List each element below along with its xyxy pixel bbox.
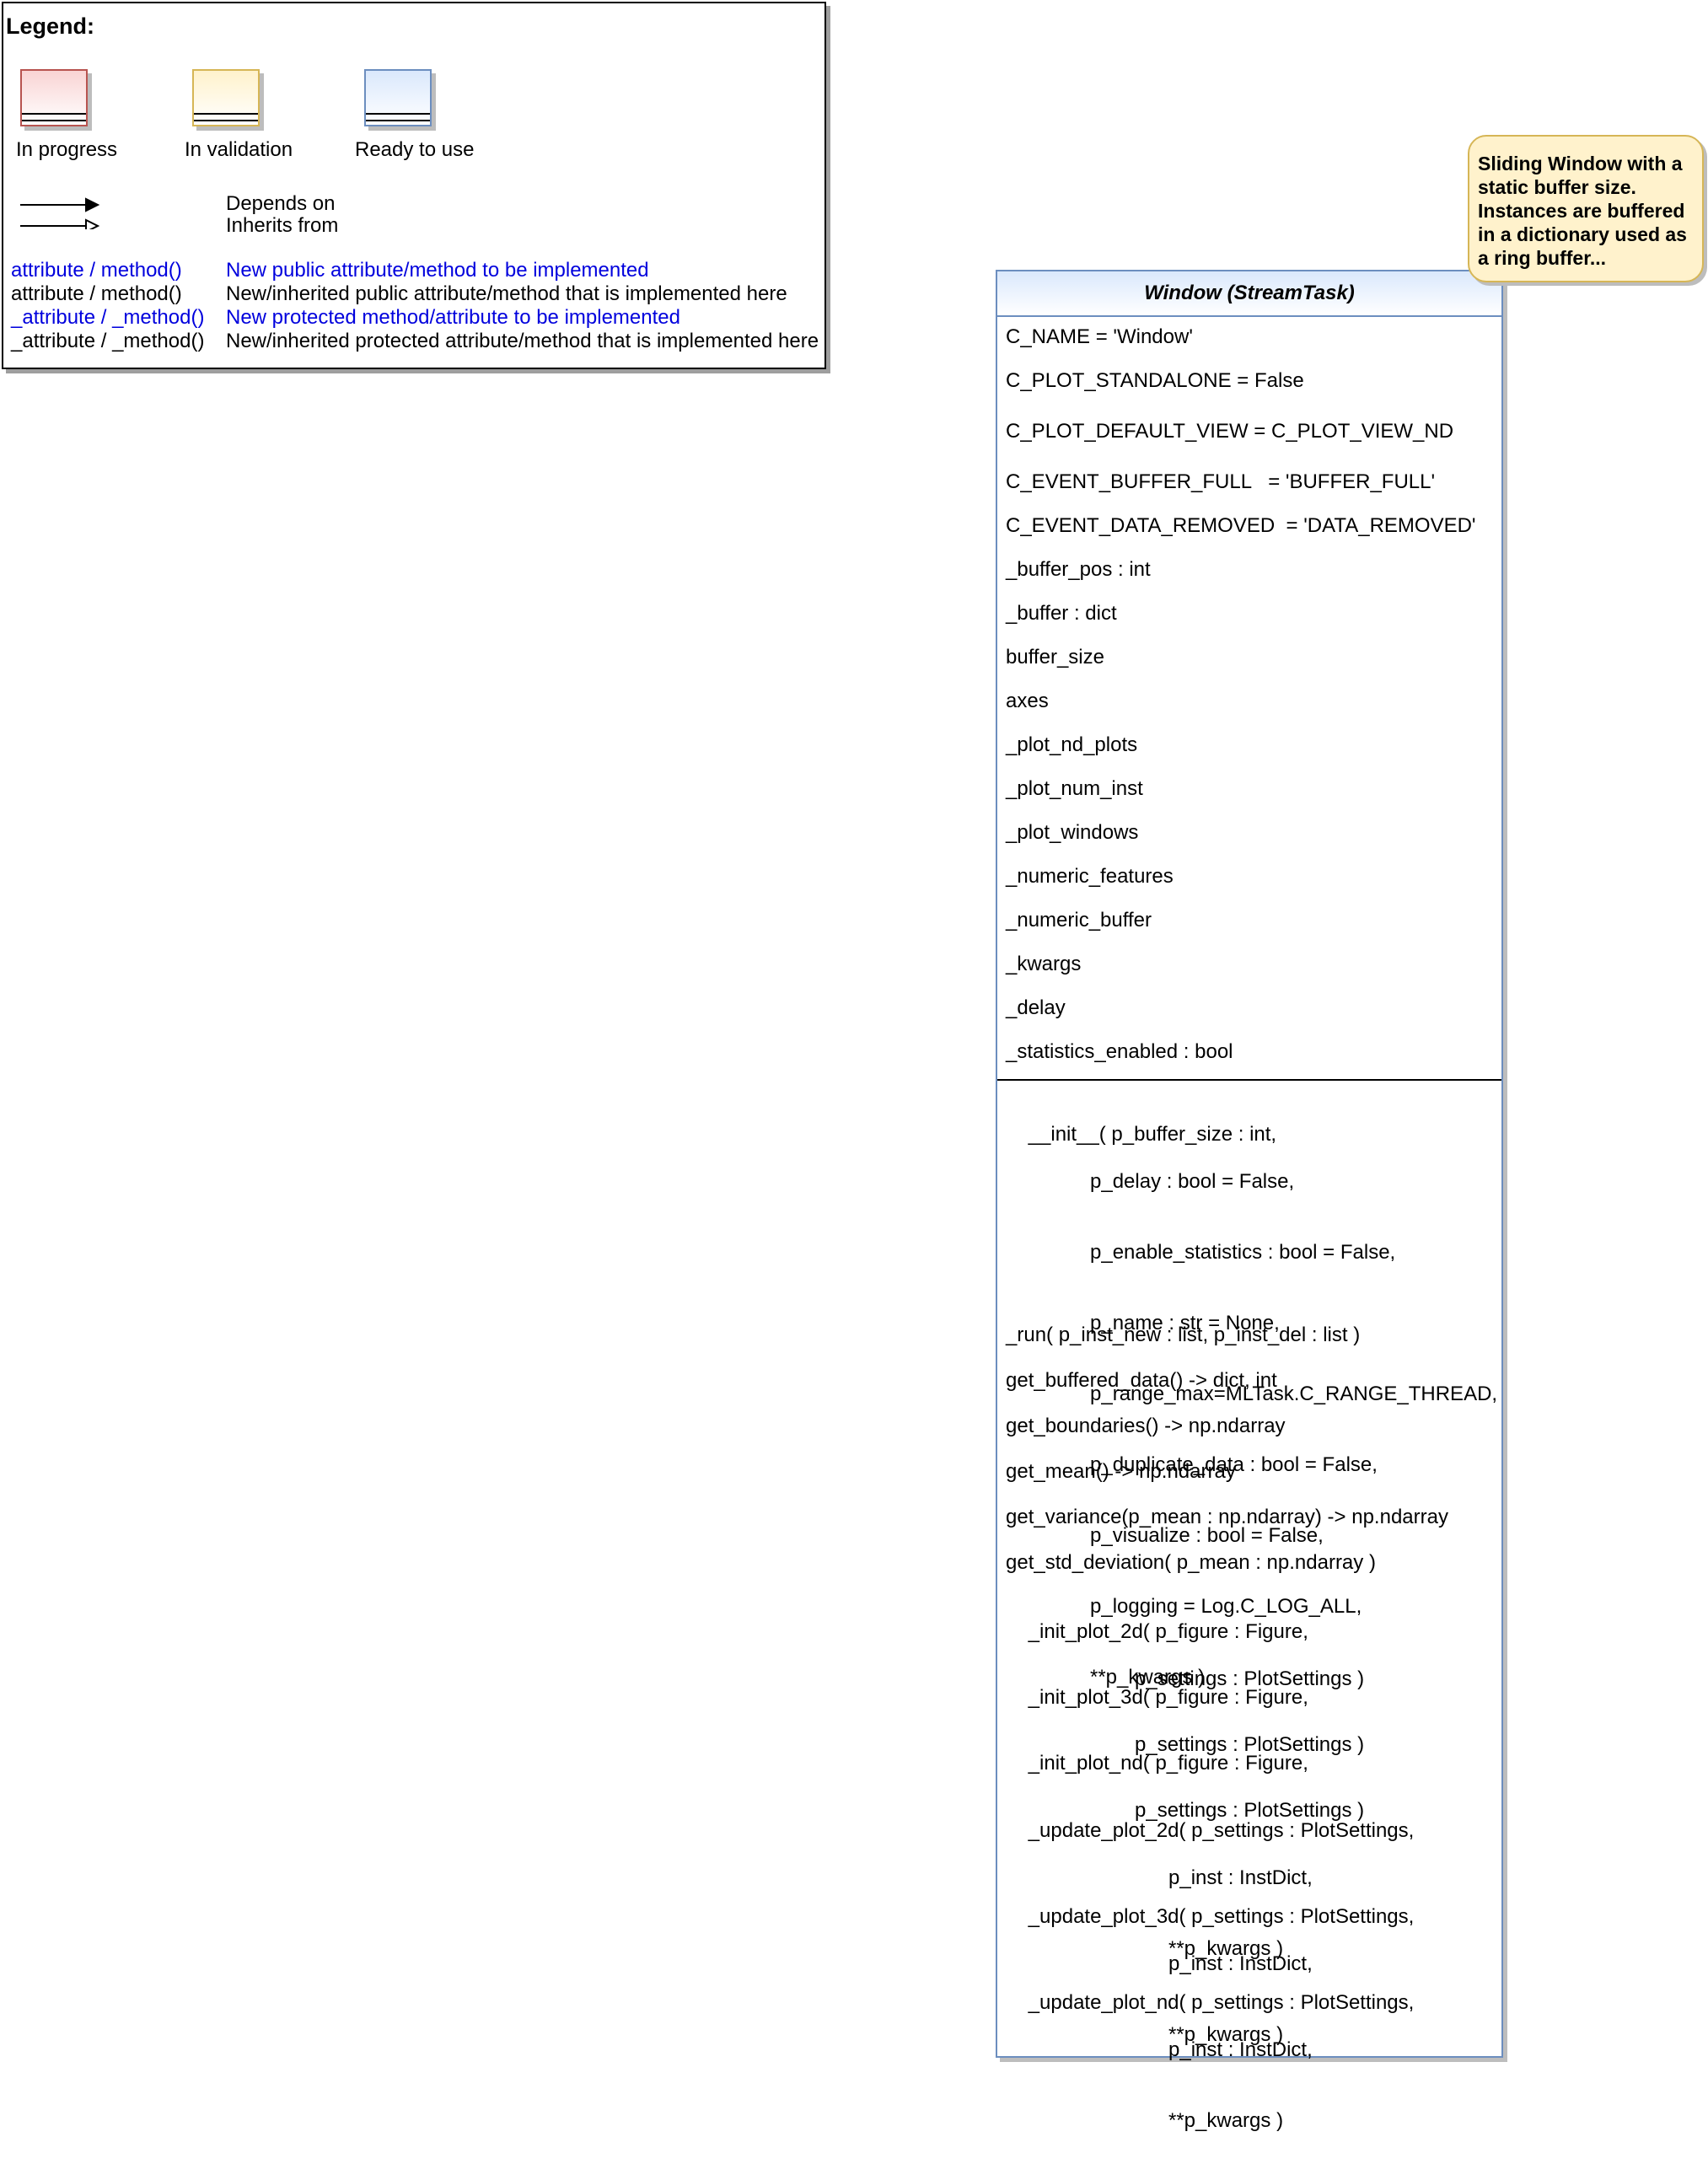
ready-to-use-swatch [364,69,432,126]
convention-desc: New protected method/attribute to be imp… [226,306,680,329]
attribute-row: C_EVENT_BUFFER_FULL = 'BUFFER_FULL' [1006,470,1436,493]
legend-arrows [20,197,100,229]
attribute-row: _plot_windows [1006,821,1139,844]
attribute-row: axes [1006,690,1049,712]
attribute-row: buffer_size [1006,646,1104,668]
method-row: get_mean() -> np.ndarray [1006,1460,1236,1483]
ready-to-use-label: Ready to use [355,138,475,161]
attribute-row: C_PLOT_DEFAULT_VIEW = C_PLOT_VIEW_ND [1006,420,1454,443]
attribute-row: _statistics_enabled : bool [1006,1040,1233,1063]
class-divider [997,1079,1501,1081]
class-title: Window (StreamTask) [997,271,1501,317]
method-row: get_boundaries() -> np.ndarray [1006,1415,1286,1437]
attribute-row: C_PLOT_STANDALONE = False [1006,369,1304,392]
method-param-line: p_inst : InstDict, [1168,2038,1313,2061]
method-line: _update_plot_3d( p_settings : PlotSettin… [1028,1905,1415,1928]
legend: Legend: In progress In validation Ready … [2,2,826,369]
depends-on-label: Depends on [226,192,336,215]
method-param-line: p_delay : bool = False, [1090,1170,1295,1193]
attribute-row: _delay [1006,996,1066,1019]
note-box: Sliding Window with a static buffer size… [1468,135,1704,282]
attribute-row: _plot_num_inst [1006,777,1143,800]
method-line: __init__( p_buffer_size : int, [1028,1123,1277,1146]
method-line: _init_plot_3d( p_figure : Figure, [1028,1686,1308,1709]
attribute-row: _buffer_pos : int [1006,558,1151,581]
in-progress-label: In progress [16,138,118,161]
attribute-row: _plot_nd_plots [1006,733,1138,756]
method-param-line: p_enable_statistics : bool = False, [1090,1241,1396,1264]
attribute-row: _buffer : dict [1006,602,1117,625]
method-row: get_buffered_data() -> dict, int [1006,1369,1277,1392]
in-validation-swatch [192,69,260,126]
convention-desc: New public attribute/method to be implem… [226,259,649,282]
inherits-from-label: Inherits from [226,214,339,237]
attribute-row: C_EVENT_DATA_REMOVED = 'DATA_REMOVED' [1006,514,1476,537]
method-line: _init_plot_nd( p_figure : Figure, [1028,1752,1308,1775]
depends-on-arrowhead [85,197,100,212]
attribute-row: _numeric_features [1006,865,1174,888]
method-row: get_variance(p_mean : np.ndarray) -> np.… [1006,1506,1448,1528]
method-line: _update_plot_2d( p_settings : PlotSettin… [1028,1819,1415,1842]
attribute-row: _kwargs [1006,953,1082,975]
attribute-row: _numeric_buffer [1006,909,1152,932]
in-progress-swatch [20,69,88,126]
convention-code: attribute / method() [11,259,182,282]
method-update-plot-nd: _update_plot_nd( p_settings : PlotSettin… [1006,1968,1415,2180]
attribute-row: C_NAME = 'Window' [1006,325,1193,348]
convention-code: _attribute / _method() [11,330,205,352]
method-param-line: **p_kwargs ) [1168,2109,1284,2132]
in-validation-label: In validation [185,138,293,161]
method-line: _init_plot_2d( p_figure : Figure, [1028,1620,1308,1643]
convention-code: _attribute / _method() [11,306,205,329]
method-line: _update_plot_nd( p_settings : PlotSettin… [1028,1991,1415,2014]
inherits-from-arrowhead [85,218,100,229]
class-box-window: Window (StreamTask) C_NAME = 'Window' C_… [996,270,1503,2132]
convention-desc: New/inherited protected attribute/method… [226,330,819,352]
method-row: get_std_deviation( p_mean : np.ndarray ) [1006,1551,1376,1574]
convention-desc: New/inherited public attribute/method th… [226,282,787,305]
method-row: _run( p_inst_new : list, p_inst_del : li… [1006,1324,1361,1346]
convention-code: attribute / method() [11,282,182,305]
legend-title: Legend: [6,13,94,39]
